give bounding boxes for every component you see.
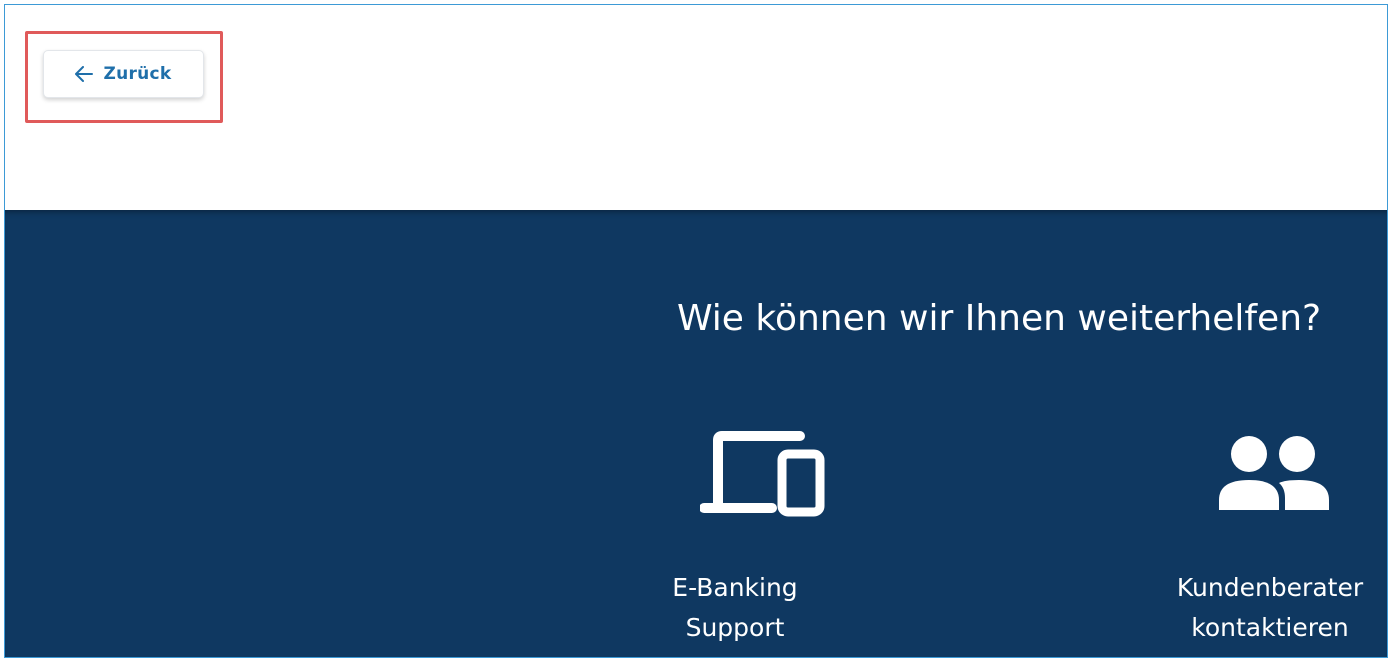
back-button[interactable]: Zurück xyxy=(43,50,204,98)
option-ebanking-support-label: E-Banking Support kontaktieren xyxy=(625,568,845,657)
back-button-label: Zurück xyxy=(103,64,172,84)
page-title: Wie können wir Ihnen weiterhelfen? xyxy=(677,298,1322,339)
help-panel: Wie können wir Ihnen weiterhelfen? E-Ban… xyxy=(5,210,1387,657)
option-advisor-label: Kundenberater kontaktieren xyxy=(1155,568,1385,648)
option-ebanking-support-line1: E-Banking Support xyxy=(672,573,798,642)
page-frame: Zurück Wie können wir Ihnen weiterhelfen… xyxy=(4,4,1388,658)
option-ebanking-support-line2: kontaktieren xyxy=(625,648,845,657)
arrow-left-icon xyxy=(75,66,94,82)
people-icon xyxy=(1215,428,1335,523)
top-bar: Zurück xyxy=(5,5,1387,210)
option-advisor-line1: Kundenberater xyxy=(1176,573,1364,602)
devices-icon xyxy=(699,428,830,523)
option-advisor-line2: kontaktieren xyxy=(1191,613,1349,642)
